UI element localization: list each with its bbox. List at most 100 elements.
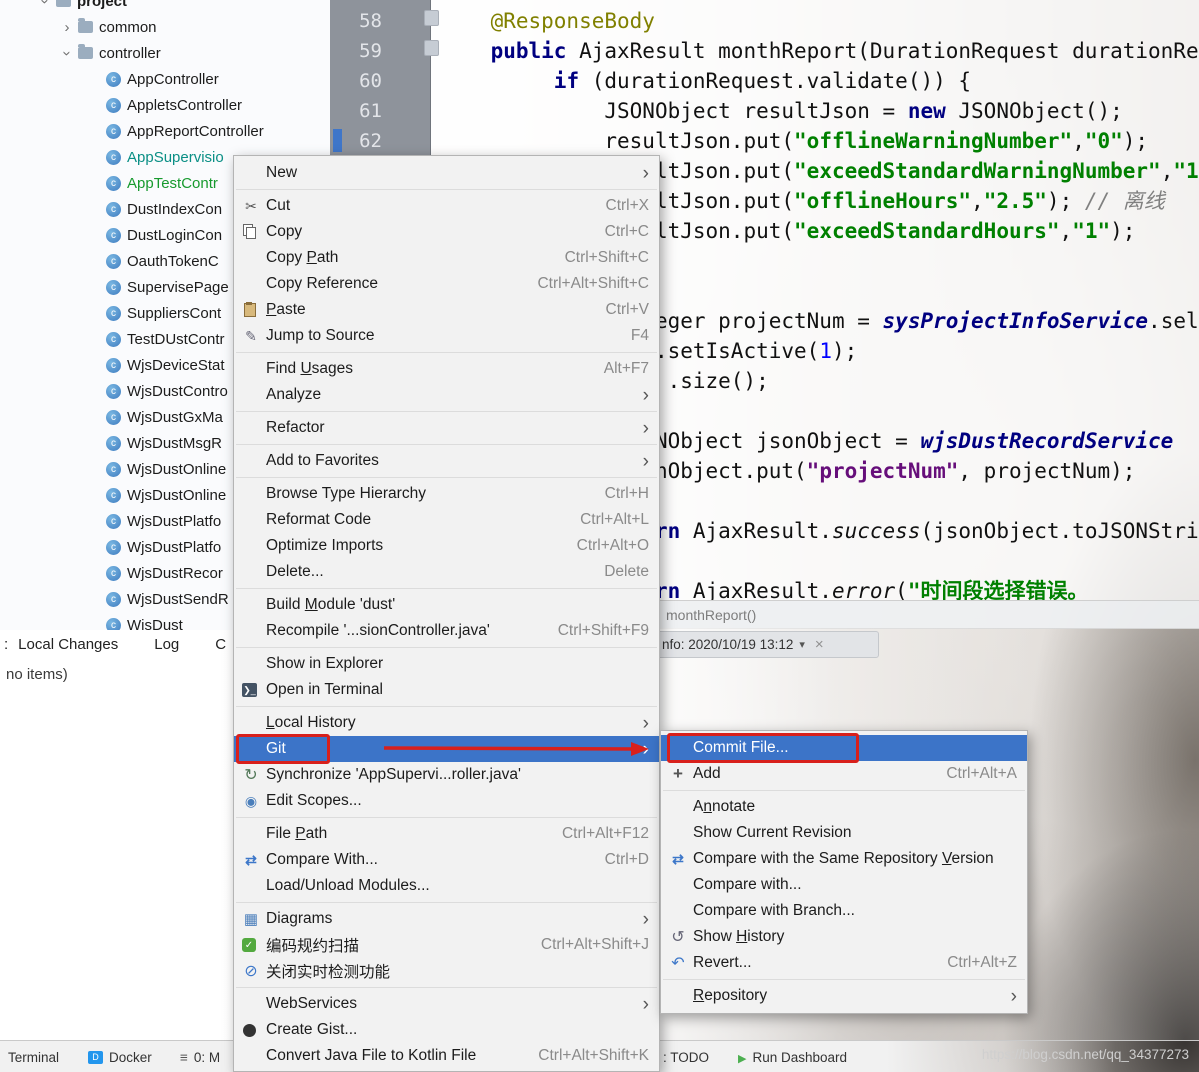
chevron-expanded-icon[interactable]: › [37,0,54,8]
menu-item-label: Refactor [266,419,325,437]
menu-item-revert[interactable]: Revert...Ctrl+Alt+Z [661,950,1027,976]
menu-item-browse-type-hierarchy[interactable]: Browse Type HierarchyCtrl+H [234,481,659,507]
menu-item-copy[interactable]: CopyCtrl+C [234,219,659,245]
menu-item-annotate[interactable]: Annotate [661,794,1027,820]
filter-label: nfo: 2020/10/19 13:12 [662,637,793,652]
submenu-arrow-icon: › [623,714,649,733]
menu-item-repository[interactable]: Repository› [661,983,1027,1009]
chevron-expanded-icon[interactable]: › [59,46,76,60]
menu-item-compare-with[interactable]: Compare with... [661,872,1027,898]
menu-item-label: Delete... [266,563,324,581]
menu-item-compare-with-the-same-repository-version[interactable]: Compare with the Same Repository Version [661,846,1027,872]
tree-item-appletscontroller[interactable]: AppletsController [0,92,330,118]
statusbar-docker[interactable]: Docker [88,1041,152,1072]
menu-item-synchronize-appsupervi-roller-java[interactable]: Synchronize 'AppSupervi...roller.java' [234,762,659,788]
menu-item-label: Copy [266,223,302,241]
menu-item-compare-with[interactable]: Compare With...Ctrl+D [234,847,659,873]
messages-label: 0: M [194,1050,220,1065]
menu-item-add[interactable]: AddCtrl+Alt+A [661,761,1027,787]
code-line: public AjaxResult monthReport(DurationRe… [440,36,1199,66]
class-icon [106,462,121,477]
vcs-log-date-filter[interactable]: nfo: 2020/10/19 13:12 ▾ × [655,631,879,658]
breadcrumb[interactable]: monthReport() [666,607,756,623]
menu-item-edit-scopes[interactable]: Edit Scopes... [234,788,659,814]
class-icon [106,410,121,425]
menu-item-label: Recompile '...sionController.java' [266,622,490,640]
menu-item-show-history[interactable]: Show History [661,924,1027,950]
statusbar-messages[interactable]: ≡ 0: M [180,1041,220,1072]
menu-item-code-scan[interactable]: 编码规约扫描Ctrl+Alt+Shift+J [234,932,659,958]
menu-item-label: Add [693,765,721,783]
menu-item-disable-live-check[interactable]: 关闭实时检测功能 [234,958,659,984]
menu-icon-blank [240,878,262,894]
menu-item-file-path[interactable]: File PathCtrl+Alt+F12 [234,821,659,847]
menu-item-recompile-sioncontroller-java[interactable]: Recompile '...sionController.java'Ctrl+S… [234,618,659,644]
watermark-url: https://blog.csdn.net/qq_34377273 [982,1047,1189,1062]
tree-item-common[interactable]: › common [0,14,330,40]
tree-item-label: AppletsController [127,97,242,114]
menu-item-show-in-explorer[interactable]: Show in Explorer [234,651,659,677]
menu-item-open-in-terminal[interactable]: Open in Terminal [234,677,659,703]
menu-item-compare-with-branch[interactable]: Compare with Branch... [661,898,1027,924]
menu-separator [236,189,657,190]
nolive-icon [240,963,262,979]
menu-item-find-usages[interactable]: Find UsagesAlt+F7 [234,356,659,382]
menu-item-copy-reference[interactable]: Copy ReferenceCtrl+Alt+Shift+C [234,271,659,297]
menu-item-label: Edit Scopes... [266,792,362,810]
tree-item-label: common [99,19,157,36]
menu-item-local-history[interactable]: Local History› [234,710,659,736]
statusbar-terminal[interactable]: Terminal [8,1041,59,1072]
menu-item-new[interactable]: New› [234,160,659,186]
menu-item-copy-path[interactable]: Copy PathCtrl+Shift+C [234,245,659,271]
menu-item-delete[interactable]: Delete...Delete [234,559,659,585]
menu-item-analyze[interactable]: Analyze› [234,382,659,408]
menu-item-load-unload-modules[interactable]: Load/Unload Modules... [234,873,659,899]
menu-item-optimize-imports[interactable]: Optimize ImportsCtrl+Alt+O [234,533,659,559]
menu-item-label: Compare with Branch... [693,902,855,920]
menu-item-paste[interactable]: PasteCtrl+V [234,297,659,323]
menu-icon-blank [240,387,262,403]
menu-item-jump-to-source[interactable]: Jump to SourceF4 [234,323,659,349]
vcs-tab-log[interactable]: Log [154,636,179,653]
menu-item-create-gist[interactable]: Create Gist... [234,1017,659,1043]
menu-item-convert-java-file-to-kotlin-file[interactable]: Convert Java File to Kotlin FileCtrl+Alt… [234,1043,659,1069]
menu-item-build-module-dust[interactable]: Build Module 'dust' [234,592,659,618]
menu-icon-blank [240,453,262,469]
menu-item-reformat-code[interactable]: Reformat CodeCtrl+Alt+L [234,507,659,533]
line-number: 61 [330,96,382,126]
menu-item-label: Copy Reference [266,275,378,293]
tree-item-label: WjsDustSendR [127,591,229,608]
scopes-icon [240,793,262,809]
menu-icon-blank [240,486,262,502]
menu-item-label: Add to Favorites [266,452,379,470]
tree-item-label: project [77,0,127,10]
tree-item-project[interactable]: › project [0,0,330,14]
menu-item-git[interactable]: Git› [234,736,659,762]
tree-item-label: DustLoginCon [127,227,222,244]
menu-item-diagrams[interactable]: Diagrams› [234,906,659,932]
menu-item-webservices[interactable]: WebServices› [234,991,659,1017]
menu-item-add-to-favorites[interactable]: Add to Favorites› [234,448,659,474]
add-icon [667,766,689,782]
close-icon[interactable]: × [815,636,824,653]
tree-item-appcontroller[interactable]: AppController [0,66,330,92]
chevron-collapsed-icon[interactable]: › [60,19,74,36]
statusbar-todo[interactable]: : TODO [663,1041,709,1072]
tree-item-appreportcontroller[interactable]: AppReportController [0,118,330,144]
menu-item-show-current-revision[interactable]: Show Current Revision [661,820,1027,846]
statusbar-run-dashboard[interactable]: Run Dashboard [738,1041,847,1072]
menu-icon-blank [240,1048,262,1064]
menu-separator [236,647,657,648]
menu-item-cut[interactable]: CutCtrl+X [234,193,659,219]
menu-item-shortcut: Ctrl+Alt+L [560,511,649,529]
menu-item-refactor[interactable]: Refactor› [234,415,659,441]
vcs-tab-c[interactable]: C [215,636,226,653]
menu-separator [236,902,657,903]
vcs-tab-local-changes[interactable]: Local Changes [18,636,118,653]
menu-item-label: Create Gist... [266,1021,357,1039]
code-line: @ResponseBody [440,6,655,36]
menu-item-commit-file[interactable]: Commit File... [661,735,1027,761]
chevron-down-icon[interactable]: ▾ [799,638,805,651]
menu-item-label: Browse Type Hierarchy [266,485,426,503]
tree-item-controller[interactable]: ›controller [0,40,330,66]
